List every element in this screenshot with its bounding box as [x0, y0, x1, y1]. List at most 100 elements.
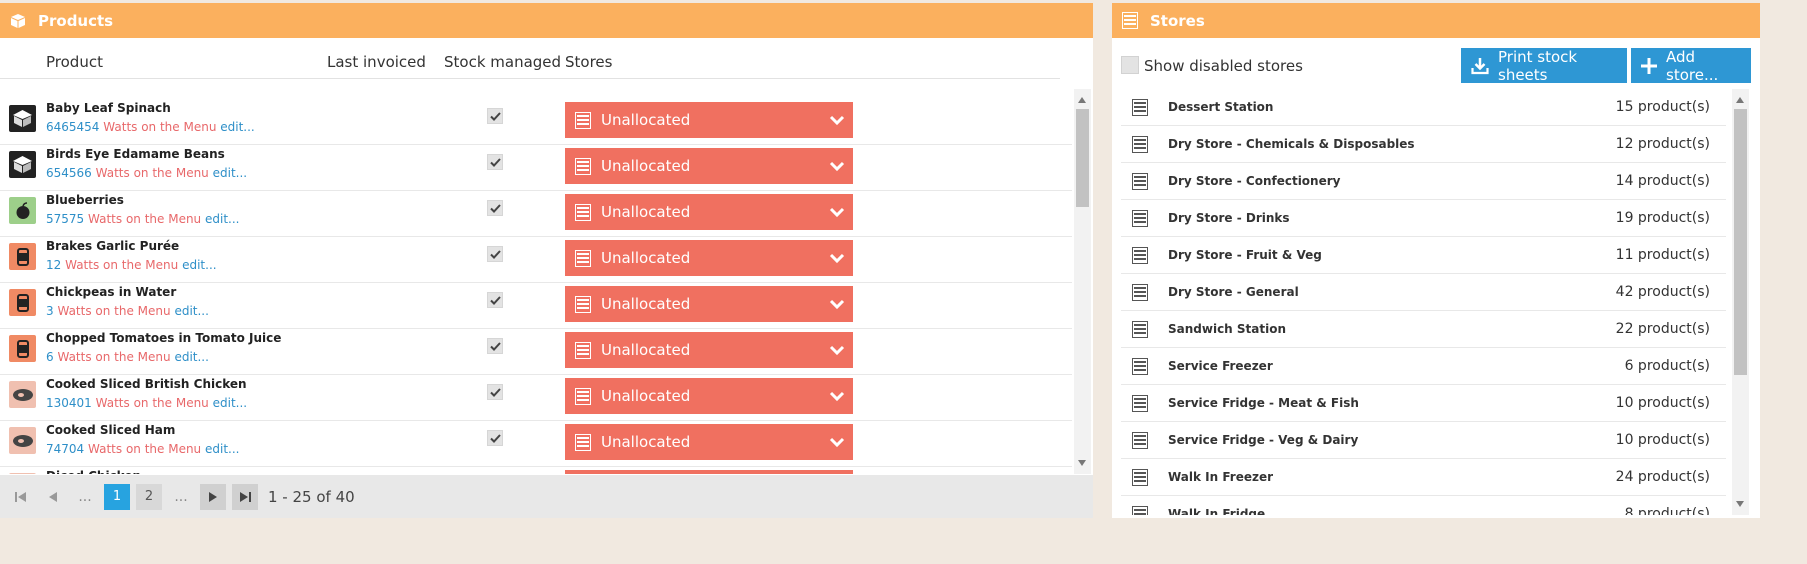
product-row[interactable]: Chopped Tomatoes in Tomato Juice 6 Watts …: [0, 329, 1072, 375]
store-allocation-dropdown[interactable]: Unallocated: [565, 194, 853, 230]
store-row[interactable]: Dry Store - Confectionery 14 product(s): [1121, 163, 1726, 200]
product-name[interactable]: Chickpeas in Water: [46, 285, 176, 299]
store-row[interactable]: Dry Store - Drinks 19 product(s): [1121, 200, 1726, 237]
stock-managed-checkbox[interactable]: [487, 200, 503, 216]
store-row[interactable]: Dessert Station 15 product(s): [1121, 89, 1726, 126]
last-page-button[interactable]: [232, 483, 258, 510]
product-name[interactable]: Chopped Tomatoes in Tomato Juice: [46, 331, 281, 345]
store-name[interactable]: Walk In Fridge: [1168, 507, 1265, 515]
product-row[interactable]: Diced Chicken Unallocated: [0, 467, 1072, 474]
edit-link[interactable]: edit...: [220, 120, 254, 134]
store-allocation-dropdown[interactable]: Unallocated: [565, 332, 853, 368]
stock-managed-checkbox[interactable]: [487, 154, 503, 170]
scroll-up-arrow-icon[interactable]: [1078, 97, 1086, 103]
stock-managed-checkbox[interactable]: [487, 108, 503, 124]
product-code[interactable]: 57575: [46, 212, 84, 226]
store-row[interactable]: Dry Store - Chemicals & Disposables 12 pr…: [1121, 126, 1726, 163]
show-disabled-checkbox[interactable]: [1121, 56, 1139, 74]
stock-managed-checkbox[interactable]: [487, 384, 503, 400]
previous-page-button[interactable]: [40, 484, 66, 510]
scrollbar-thumb[interactable]: [1076, 109, 1089, 207]
edit-link[interactable]: edit...: [174, 304, 208, 318]
edit-link[interactable]: edit...: [182, 258, 216, 272]
column-header-stores[interactable]: Stores: [565, 53, 612, 71]
product-row[interactable]: Birds Eye Edamame Beans 654566 Watts on t…: [0, 145, 1072, 191]
store-allocation-dropdown[interactable]: Unallocated: [565, 378, 853, 414]
edit-link[interactable]: edit...: [213, 396, 247, 410]
product-code[interactable]: 6465454: [46, 120, 99, 134]
stores-scrollbar[interactable]: [1732, 89, 1749, 515]
store-name[interactable]: Dry Store - Confectionery: [1168, 174, 1340, 188]
product-name[interactable]: Cooked Sliced British Chicken: [46, 377, 247, 391]
store-icon: [575, 249, 591, 267]
page-1-button[interactable]: 1: [104, 483, 130, 510]
store-row[interactable]: Dry Store - Fruit & Veg 11 product(s): [1121, 237, 1726, 274]
stock-managed-checkbox[interactable]: [487, 430, 503, 446]
scroll-down-arrow-icon[interactable]: [1078, 460, 1086, 466]
next-page-button[interactable]: [200, 483, 226, 510]
edit-link[interactable]: edit...: [205, 442, 239, 456]
product-code[interactable]: 130401: [46, 396, 92, 410]
pager-ellipsis-left[interactable]: ...: [72, 484, 98, 510]
product-row[interactable]: Cooked Sliced Ham 74704 Watts on the Menu…: [0, 421, 1072, 467]
product-name[interactable]: Birds Eye Edamame Beans: [46, 147, 225, 161]
product-code[interactable]: 12: [46, 258, 61, 272]
product-code[interactable]: 654566: [46, 166, 92, 180]
show-disabled-label[interactable]: Show disabled stores: [1144, 57, 1303, 75]
first-page-button[interactable]: [8, 484, 34, 510]
product-row[interactable]: Chickpeas in Water 3 Watts on the Menu ed…: [0, 283, 1072, 329]
column-header-product[interactable]: Product: [46, 53, 103, 71]
store-name[interactable]: Dry Store - Drinks: [1168, 211, 1290, 225]
pager-ellipsis-right[interactable]: ...: [168, 484, 194, 510]
product-row[interactable]: Brakes Garlic Purée 12 Watts on the Menu …: [0, 237, 1072, 283]
scroll-down-arrow-icon[interactable]: [1736, 501, 1744, 507]
edit-link[interactable]: edit...: [213, 166, 247, 180]
product-name[interactable]: Cooked Sliced Ham: [46, 423, 175, 437]
store-allocation-dropdown[interactable]: Unallocated: [565, 424, 853, 460]
product-row[interactable]: Blueberries 57575 Watts on the Menu edit.…: [0, 191, 1072, 237]
store-allocation-dropdown[interactable]: Unallocated: [565, 470, 853, 474]
stock-managed-checkbox[interactable]: [487, 338, 503, 354]
edit-link[interactable]: edit...: [174, 350, 208, 364]
store-row[interactable]: Service Fridge - Meat & Fish 10 product(s…: [1121, 385, 1726, 422]
product-code[interactable]: 74704: [46, 442, 84, 456]
product-name[interactable]: Diced Chicken: [46, 469, 141, 474]
store-name[interactable]: Service Fridge - Veg & Dairy: [1168, 433, 1358, 447]
store-name[interactable]: Walk In Freezer: [1168, 470, 1273, 484]
products-scrollbar[interactable]: [1074, 89, 1091, 474]
print-stock-sheets-button[interactable]: Print stock sheets: [1461, 48, 1627, 84]
store-name[interactable]: Service Freezer: [1168, 359, 1273, 373]
stock-managed-checkbox[interactable]: [487, 292, 503, 308]
store-allocation-dropdown[interactable]: Unallocated: [565, 102, 853, 138]
product-row[interactable]: Baby Leaf Spinach 6465454 Watts on the Me…: [0, 99, 1072, 145]
add-store-button[interactable]: Add store...: [1631, 48, 1751, 84]
product-code[interactable]: 6: [46, 350, 54, 364]
store-row[interactable]: Dry Store - General 42 product(s): [1121, 274, 1726, 311]
column-header-stock-managed[interactable]: Stock managed: [444, 53, 561, 71]
store-row[interactable]: Walk In Fridge 8 product(s): [1121, 496, 1726, 515]
scroll-up-arrow-icon[interactable]: [1736, 97, 1744, 103]
column-header-last-invoiced[interactable]: Last invoiced: [327, 53, 426, 71]
store-row[interactable]: Sandwich Station 22 product(s): [1121, 311, 1726, 348]
store-allocation-dropdown[interactable]: Unallocated: [565, 148, 853, 184]
store-name[interactable]: Dry Store - General: [1168, 285, 1299, 299]
edit-link[interactable]: edit...: [205, 212, 239, 226]
page-2-button[interactable]: 2: [136, 483, 162, 510]
product-name[interactable]: Brakes Garlic Purée: [46, 239, 179, 253]
product-row[interactable]: Cooked Sliced British Chicken 130401 Watt…: [0, 375, 1072, 421]
product-name[interactable]: Baby Leaf Spinach: [46, 101, 171, 115]
store-name[interactable]: Dry Store - Fruit & Veg: [1168, 248, 1322, 262]
product-name[interactable]: Blueberries: [46, 193, 124, 207]
store-name[interactable]: Service Fridge - Meat & Fish: [1168, 396, 1359, 410]
stock-managed-checkbox[interactable]: [487, 246, 503, 262]
store-row[interactable]: Service Fridge - Veg & Dairy 10 product(s…: [1121, 422, 1726, 459]
scrollbar-thumb[interactable]: [1734, 109, 1747, 375]
store-row[interactable]: Walk In Freezer 24 product(s): [1121, 459, 1726, 496]
store-row[interactable]: Service Freezer 6 product(s): [1121, 348, 1726, 385]
product-code[interactable]: 3: [46, 304, 54, 318]
store-name[interactable]: Dry Store - Chemicals & Disposables: [1168, 137, 1415, 151]
store-name[interactable]: Sandwich Station: [1168, 322, 1286, 336]
store-allocation-dropdown[interactable]: Unallocated: [565, 240, 853, 276]
store-name[interactable]: Dessert Station: [1168, 100, 1273, 114]
store-allocation-dropdown[interactable]: Unallocated: [565, 286, 853, 322]
